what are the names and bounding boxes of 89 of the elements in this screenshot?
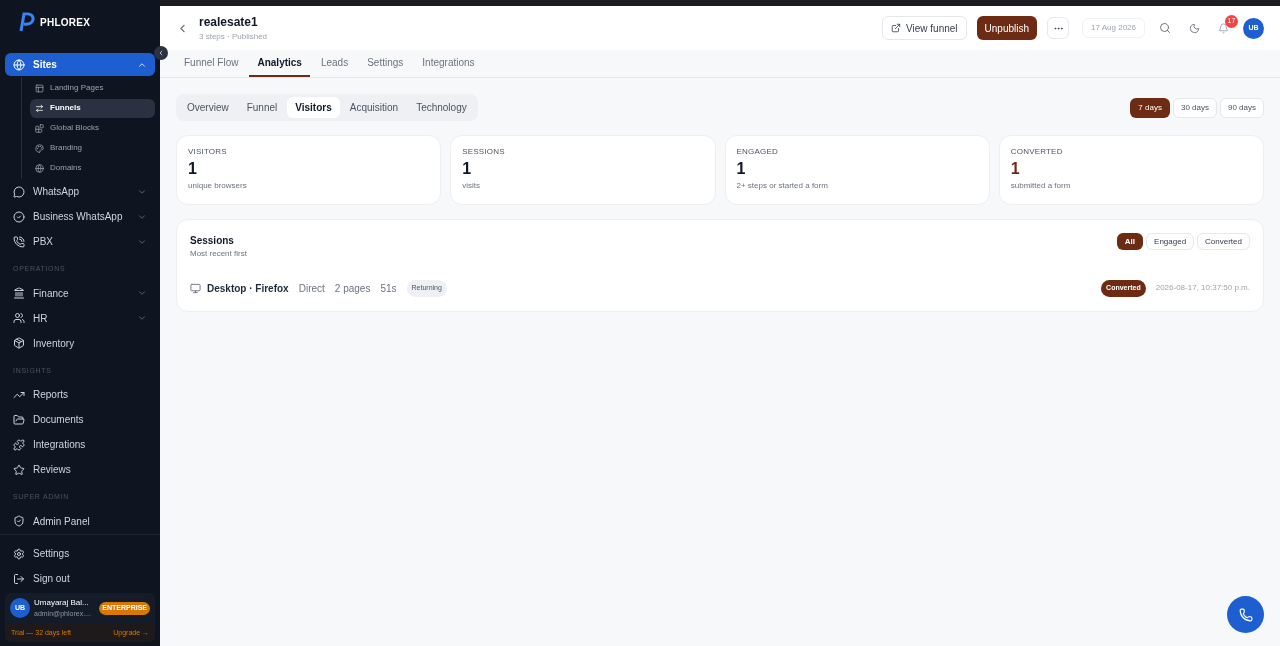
nav-subitem[interactable]: Landing Pages — [30, 78, 155, 98]
nav-item[interactable]: Inventory — [5, 331, 155, 355]
globe-icon — [13, 58, 25, 71]
sessions-title: Sessions — [190, 234, 235, 248]
settings-icon — [13, 547, 25, 560]
shield-icon — [13, 515, 25, 527]
nav-item[interactable]: Reviews — [5, 458, 155, 481]
logo-mark-icon — [18, 11, 36, 33]
stat-caption: submitted a form — [1010, 180, 1072, 192]
range-button[interactable]: 90 days — [1219, 97, 1264, 118]
blocks-icon — [35, 123, 44, 133]
session-device: Desktop · Firefox — [207, 281, 289, 296]
tab[interactable]: Funnel Flow — [176, 50, 247, 77]
nav-subitem[interactable]: Global Blocks — [30, 118, 155, 138]
tab[interactable]: Leads — [312, 50, 357, 77]
page-title: realesate1 — [199, 14, 259, 31]
nav-item[interactable]: WhatsApp — [5, 180, 155, 203]
session-time: 2026-08-17, 10:37:50 p.m. — [1155, 282, 1250, 295]
external-link-icon — [891, 23, 902, 33]
stat-label: VISITORS — [188, 146, 228, 158]
nav-item[interactable]: Sign out — [5, 566, 155, 591]
nav-item[interactable]: Documents — [5, 408, 155, 431]
subtab[interactable]: Funnel — [238, 97, 286, 118]
sessions-subtitle: Most recent first — [190, 248, 247, 260]
nav-subitem[interactable]: Domains — [30, 158, 155, 178]
call-button[interactable] — [1227, 596, 1264, 633]
nav-item[interactable]: Settings — [5, 541, 155, 566]
filter-chip[interactable]: Converted — [1197, 233, 1250, 250]
user-name: Umayaraj Bal... — [34, 597, 90, 609]
stat-caption: 2+ steps or started a form — [736, 180, 829, 192]
session-pages: 2 pages — [334, 281, 371, 296]
puzzle-icon — [13, 438, 25, 451]
monitor-icon — [190, 282, 201, 294]
palette-icon — [35, 143, 44, 153]
nav-item[interactable]: Admin Panel — [5, 509, 155, 533]
nav-item[interactable]: Sites — [5, 53, 155, 76]
stat-caption: visits — [462, 180, 482, 192]
bell-icon[interactable] — [1218, 22, 1229, 34]
logo-text: PHLOREX — [40, 15, 91, 30]
stat-value: 1 — [462, 159, 473, 179]
unpublish-button[interactable]: Unpublish — [976, 16, 1038, 40]
session-duration: 51s — [380, 281, 397, 296]
stat-value: 1 — [736, 159, 747, 179]
phone-icon — [1238, 607, 1253, 622]
collapse-button[interactable] — [154, 46, 168, 60]
nav-item[interactable]: Business WhatsApp — [5, 205, 155, 228]
check-circle-icon — [13, 210, 25, 223]
nav-subitem[interactable]: Funnels — [30, 98, 155, 118]
arrows-icon — [35, 103, 44, 113]
tab[interactable]: Settings — [359, 50, 412, 77]
bank-icon — [13, 287, 25, 299]
stat-label: SESSIONS — [462, 146, 506, 158]
stat-label: ENGAGED — [736, 146, 779, 158]
nav-item[interactable]: PBX — [5, 230, 155, 253]
range-button[interactable]: 7 days — [1130, 97, 1170, 118]
stat-value: 1 — [188, 159, 198, 179]
subtab[interactable]: Acquisition — [341, 97, 407, 118]
stat-label: CONVERTED — [1010, 146, 1064, 158]
chat-bubble-icon — [13, 185, 25, 198]
star-icon — [13, 463, 25, 476]
moon-icon[interactable] — [1189, 22, 1200, 34]
session-source: Direct — [298, 281, 325, 296]
search-icon[interactable] — [1159, 22, 1171, 34]
sign-out-icon — [13, 572, 25, 585]
package-icon — [13, 337, 25, 349]
date-chip: 17 Aug 2026 — [1082, 18, 1145, 38]
chevron-left-icon — [157, 49, 165, 57]
layout-icon — [35, 83, 44, 93]
range-button[interactable]: 30 days — [1172, 97, 1217, 118]
tab[interactable]: Integrations — [414, 50, 483, 77]
nav-item[interactable]: HR — [5, 306, 155, 330]
page-subtitle: 3 steps · Published — [199, 31, 269, 43]
view-funnel-button[interactable]: View funnel — [882, 16, 967, 40]
subtab[interactable]: Overview — [179, 97, 237, 118]
nav-item[interactable]: Finance — [5, 281, 155, 305]
nav-item[interactable]: Reports — [5, 383, 155, 406]
filter-chip[interactable]: All — [1116, 233, 1144, 250]
subtab[interactable]: Visitors — [287, 97, 340, 118]
phone-icon — [13, 235, 25, 248]
stat-value: 1 — [1010, 159, 1021, 179]
nav-item[interactable]: Integrations — [5, 433, 155, 456]
tab[interactable]: Analytics — [249, 50, 310, 77]
subtab[interactable]: Technology — [408, 97, 475, 118]
stat-caption: unique browsers — [188, 180, 248, 192]
globe-icon — [35, 163, 44, 173]
nav-subitem[interactable]: Branding — [30, 138, 155, 158]
folder-icon — [13, 413, 25, 426]
filter-chip[interactable]: Engaged — [1146, 233, 1195, 250]
users-icon — [13, 312, 25, 324]
